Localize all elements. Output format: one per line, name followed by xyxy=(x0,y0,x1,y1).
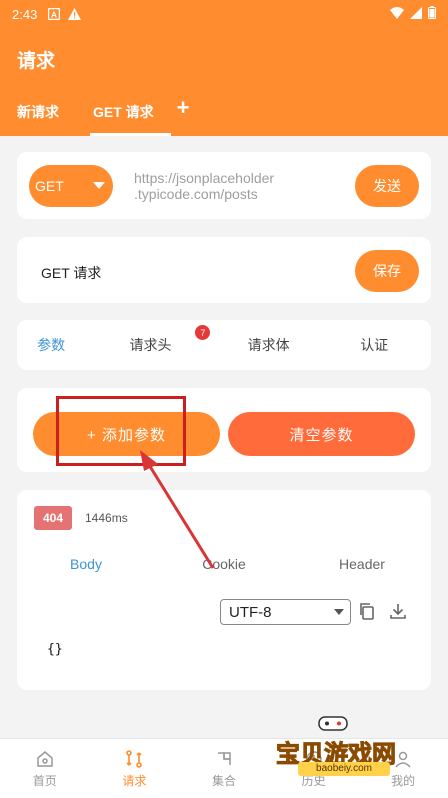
tab-response-body[interactable]: Body xyxy=(17,556,155,572)
tab-get-request[interactable]: GET 请求 xyxy=(76,98,171,136)
tab-params[interactable]: 参数 xyxy=(17,335,85,355)
save-button[interactable]: 保存 xyxy=(355,250,419,292)
gamepad-icon xyxy=(318,716,348,731)
response-body: {} xyxy=(47,642,63,657)
param-tabs-card: 参数 请求头 7 请求体 认证 xyxy=(17,320,431,370)
chevron-down-icon xyxy=(93,182,105,189)
url-input[interactable]: https://jsonplaceholder .typicode.com/po… xyxy=(134,170,359,202)
response-tabs: Body Cookie Header xyxy=(17,556,431,572)
tab-new-request[interactable]: 新请求 xyxy=(0,98,76,136)
request-icon xyxy=(126,749,143,768)
warning-icon xyxy=(68,8,82,21)
status-badge: 404 xyxy=(34,506,72,530)
request-name-card: GET 请求 保存 xyxy=(17,237,431,303)
chevron-down-icon xyxy=(334,609,344,615)
request-tabs: 新请求 GET 请求 + xyxy=(0,95,190,136)
battery-icon xyxy=(428,6,436,22)
app-bar: 请求 新请求 GET 请求 + xyxy=(0,28,448,136)
collection-icon xyxy=(217,751,231,765)
nav-collection[interactable]: 集合 xyxy=(179,739,269,798)
response-card: 404 1446ms Body Cookie Header UTF-8 {} xyxy=(17,490,431,690)
download-icon[interactable] xyxy=(389,602,409,622)
svg-text:A: A xyxy=(51,11,57,20)
clear-params-button[interactable]: 清空参数 xyxy=(228,412,415,456)
tab-response-cookie[interactable]: Cookie xyxy=(155,556,293,572)
method-label: GET xyxy=(35,178,64,194)
watermark-url: baobeiy.com xyxy=(298,762,390,776)
send-button[interactable]: 发送 xyxy=(355,165,419,207)
signal-icon xyxy=(410,6,422,22)
tab-auth[interactable]: 认证 xyxy=(321,335,427,355)
headers-count-badge: 7 xyxy=(195,325,211,340)
tab-response-header[interactable]: Header xyxy=(293,556,431,572)
highlight-box xyxy=(56,396,186,466)
copy-icon[interactable] xyxy=(358,602,378,622)
watermark: 宝贝游戏网 baobeiy.com xyxy=(276,716,426,788)
status-time: 2:43 xyxy=(12,6,38,22)
tab-headers[interactable]: 请求头 7 xyxy=(85,325,215,355)
tab-body[interactable]: 请求体 xyxy=(216,335,322,355)
page-title: 请求 xyxy=(17,51,56,72)
home-icon xyxy=(37,750,53,767)
request-name[interactable]: GET 请求 xyxy=(41,263,101,283)
status-bar: 2:43 A xyxy=(0,0,448,28)
app-notification-icon: A xyxy=(47,8,60,21)
wifi-icon xyxy=(390,6,404,22)
method-select[interactable]: GET xyxy=(29,165,113,207)
url-card: GET https://jsonplaceholder .typicode.co… xyxy=(17,152,431,219)
encoding-select[interactable]: UTF-8 xyxy=(220,599,351,625)
response-time: 1446ms xyxy=(85,511,128,525)
nav-home[interactable]: 首页 xyxy=(0,739,90,798)
add-tab-button[interactable]: + xyxy=(177,95,190,121)
nav-request[interactable]: 请求 xyxy=(90,739,180,798)
